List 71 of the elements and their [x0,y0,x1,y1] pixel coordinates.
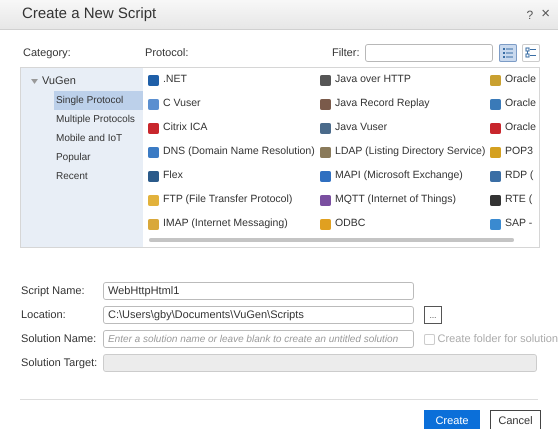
details-view-button[interactable] [522,44,540,62]
browse-button[interactable]: ... [424,306,442,324]
protocol-item[interactable]: MAPI (Microsoft Exchange) [335,168,463,184]
protocol-item[interactable]: Citrix ICA [163,120,208,136]
protocol-icon [320,98,331,110]
tree-item[interactable]: VuGen [41,73,77,90]
filter-field[interactable] [365,44,493,62]
tree-item[interactable]: Recent [54,167,143,186]
field-label: Location: [21,308,67,323]
protocol-icon [490,98,501,110]
protocol-icon [320,194,331,206]
protocol-item[interactable]: DNS (Domain Name Resolution) [163,144,315,160]
solution-name-field[interactable]: Enter a solution name or leave blank to create an untitled solution [103,330,414,348]
protocol-icon [490,74,501,86]
protocol-icon [320,74,331,86]
protocol-icon [148,122,159,134]
close-button[interactable]: × [541,3,550,26]
create-button[interactable]: Create [424,410,480,429]
protocol-icon [148,194,159,206]
tree-view-icon [525,47,537,59]
tree-item[interactable]: Popular [54,148,143,167]
protocol-icon [148,146,159,158]
protocol-item[interactable]: LDAP (Listing Directory Service) [335,144,486,160]
protocol-item[interactable]: Flex [163,168,183,184]
protocol-label: Protocol: [145,46,190,61]
protocol-icon [320,218,331,230]
protocol-icon [490,194,501,206]
field-label: Solution Target: [21,356,98,371]
protocol-item[interactable]: IMAP (Internet Messaging) [163,216,288,232]
protocol-item[interactable]: RDP ( [505,168,534,184]
help-button[interactable]: ? [526,6,534,24]
protocol-icon [490,122,501,134]
protocol-item[interactable]: Oracle [505,96,536,112]
protocol-item[interactable]: Java Record Replay [335,96,430,112]
protocol-item[interactable]: MQTT (Internet of Things) [335,192,456,208]
protocol-icon [320,146,331,158]
protocol-icon [320,122,331,134]
protocol-icon [148,98,159,110]
field-label: Script Name: [21,284,86,299]
protocol-item[interactable]: SAP - [505,216,532,232]
script-name-field[interactable]: WebHttpHtml1 [103,282,414,300]
protocol-icon [148,74,159,86]
protocol-item[interactable]: Java Vuser [335,120,388,136]
protocol-item[interactable]: .NET [163,72,187,88]
list-view-button[interactable] [499,44,517,62]
category-label: Category: [23,46,72,61]
protocol-icon [320,170,331,182]
protocol-item[interactable]: RTE ( [505,192,532,208]
location-field[interactable]: C:\Users\gby\Documents\VuGen\Scripts [103,306,414,324]
protocol-icon [148,218,159,230]
checkbox-label: Create folder for solution [438,332,558,347]
protocol-item[interactable]: FTP (File Transfer Protocol) [163,192,292,208]
caret-icon[interactable] [31,79,41,84]
protocol-icon [490,218,501,230]
tree-item[interactable]: Single Protocol [54,91,143,110]
protocol-icon [148,170,159,182]
protocol-icon [490,170,501,182]
list-icon [502,47,514,59]
tree-item[interactable]: Mobile and IoT [54,129,143,148]
protocol-item[interactable]: C Vuser [163,96,201,112]
window-title: Create a New Script [22,4,156,24]
protocol-item[interactable]: ODBC [335,216,366,232]
protocol-item[interactable]: Oracle [505,120,536,136]
protocol-item[interactable]: Java over HTTP [335,72,411,88]
protocol-item[interactable]: Oracle [505,72,536,88]
filter-label: Filter: [332,46,360,61]
field-label: Solution Name: [21,332,98,347]
protocol-item[interactable]: POP3 [505,144,534,160]
protocol-icon [490,146,501,158]
cancel-button[interactable]: Cancel [490,410,541,429]
tree-item[interactable]: Multiple Protocols [54,110,143,129]
